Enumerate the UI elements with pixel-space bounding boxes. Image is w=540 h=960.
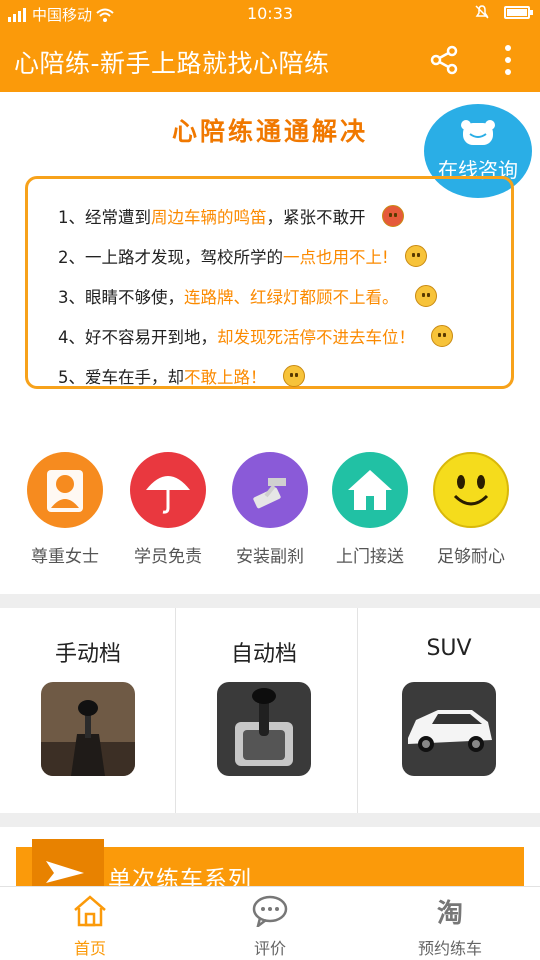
problem-text: 2、一上路才发现，驾校所学的 bbox=[58, 248, 283, 267]
feature-auxiliary-brake[interactable]: 安装副刹 bbox=[220, 452, 320, 567]
feature-label: 上门接送 bbox=[336, 547, 404, 567]
nav-reviews[interactable]: 评价 bbox=[210, 893, 330, 959]
manual-gearshift-image bbox=[41, 682, 135, 776]
feature-row: 尊重女士 学员免责 安装副刹 上门接送 足够耐心 bbox=[0, 452, 540, 572]
car-type-grid: 手动档 自动档 SUV bbox=[0, 608, 540, 813]
woman-icon bbox=[27, 452, 103, 528]
problem-text-suffix: ，紧张不敢开 bbox=[266, 208, 366, 227]
smiley-icon bbox=[433, 452, 509, 528]
battery-icon bbox=[504, 5, 533, 19]
feature-label: 安装副刹 bbox=[236, 547, 304, 567]
problem-item: 5、爱车在手，却 不敢上路！ bbox=[58, 356, 453, 396]
crying-emoji-icon bbox=[414, 285, 437, 307]
bear-chat-icon bbox=[461, 120, 495, 145]
car-type-manual[interactable]: 手动档 bbox=[0, 608, 176, 813]
feature-label: 尊重女士 bbox=[31, 547, 99, 567]
nav-book-practice[interactable]: 淘 预约练车 bbox=[390, 893, 510, 959]
brake-pedal-icon bbox=[232, 452, 308, 528]
angry-emoji-icon bbox=[381, 205, 404, 227]
nav-home[interactable]: 首页 bbox=[30, 893, 150, 959]
car-type-suv[interactable]: SUV bbox=[358, 608, 540, 813]
problem-item: 2、一上路才发现，驾校所学的 一点也用不上! bbox=[58, 236, 453, 276]
problem-highlight: 周边车辆的鸣笛 bbox=[151, 208, 267, 227]
feature-respect-women[interactable]: 尊重女士 bbox=[15, 452, 115, 567]
grid-divider bbox=[357, 608, 358, 813]
grid-divider bbox=[175, 608, 176, 813]
car-type-name: SUV bbox=[426, 636, 472, 661]
problem-text: 4、好不容易开到地， bbox=[58, 328, 217, 347]
feature-label: 足够耐心 bbox=[437, 547, 505, 567]
problem-highlight: 不敢上路！ bbox=[184, 368, 267, 387]
taobao-icon: 淘 bbox=[436, 898, 463, 929]
feature-patience[interactable]: 足够耐心 bbox=[421, 452, 521, 567]
car-type-name: 自动档 bbox=[230, 642, 297, 667]
flag-icon bbox=[32, 839, 104, 891]
section-divider bbox=[0, 594, 540, 608]
single-practice-banner[interactable]: 单次练车系列 bbox=[16, 839, 524, 893]
dizzy-emoji-icon bbox=[404, 245, 427, 267]
nav-label: 评价 bbox=[253, 939, 286, 958]
scared-emoji-icon bbox=[282, 365, 305, 387]
home-icon bbox=[74, 895, 106, 927]
car-type-automatic[interactable]: 自动档 bbox=[176, 608, 352, 813]
problem-highlight: 却发现死活停不进去车位！ bbox=[217, 328, 415, 347]
chat-bubble-icon bbox=[252, 895, 288, 927]
section-divider bbox=[0, 813, 540, 827]
problem-item: 1、经常遭到 周边车辆的鸣笛 ，紧张不敢开 bbox=[58, 196, 453, 236]
automatic-gearshift-image bbox=[217, 682, 311, 776]
problem-highlight: 连路牌、红绿灯都顾不上看。 bbox=[184, 288, 399, 307]
status-bar: 中国移动 10:33 bbox=[0, 0, 540, 28]
frustrated-emoji-icon bbox=[431, 325, 453, 347]
problem-text: 3、眼睛不够使， bbox=[58, 288, 184, 307]
problem-item: 4、好不容易开到地， 却发现死活停不进去车位！ bbox=[58, 316, 453, 356]
app-bar: 心陪练-新手上路就找心陪练 bbox=[0, 28, 540, 92]
more-vertical-icon[interactable] bbox=[496, 42, 520, 78]
clock: 10:33 bbox=[246, 4, 294, 23]
problem-highlight: 一点也用不上! bbox=[283, 248, 389, 267]
suv-car-image bbox=[402, 682, 496, 776]
feature-student-exemption[interactable]: 学员免责 bbox=[118, 452, 218, 567]
problem-list-box: 1、经常遭到 周边车辆的鸣笛 ，紧张不敢开 2、一上路才发现，驾校所学的 一点也… bbox=[25, 176, 514, 389]
problem-item: 3、眼睛不够使， 连路牌、红绿灯都顾不上看。 bbox=[58, 276, 453, 316]
umbrella-icon bbox=[130, 452, 206, 528]
feature-label: 学员免责 bbox=[134, 547, 202, 567]
page-title: 心陪练-新手上路就找心陪练 bbox=[14, 49, 330, 78]
problem-text: 1、经常遭到 bbox=[58, 208, 151, 227]
nav-label: 首页 bbox=[73, 939, 106, 958]
problem-text: 5、爱车在手，却 bbox=[58, 368, 184, 387]
app-screen: 中国移动 10:33 心陪练-新手上路就找心陪练 心陪练通通解决 在线咨询 1、… bbox=[0, 0, 540, 960]
nav-label: 预约练车 bbox=[417, 939, 482, 958]
feature-door-pickup[interactable]: 上门接送 bbox=[320, 452, 420, 567]
car-type-name: 手动档 bbox=[54, 642, 121, 667]
mute-bell-icon bbox=[475, 5, 489, 19]
share-icon[interactable] bbox=[426, 42, 462, 78]
bottom-nav: 首页 评价 淘 预约练车 bbox=[0, 886, 540, 960]
house-icon bbox=[332, 452, 408, 528]
problem-list: 1、经常遭到 周边车辆的鸣笛 ，紧张不敢开 2、一上路才发现，驾校所学的 一点也… bbox=[58, 196, 453, 396]
